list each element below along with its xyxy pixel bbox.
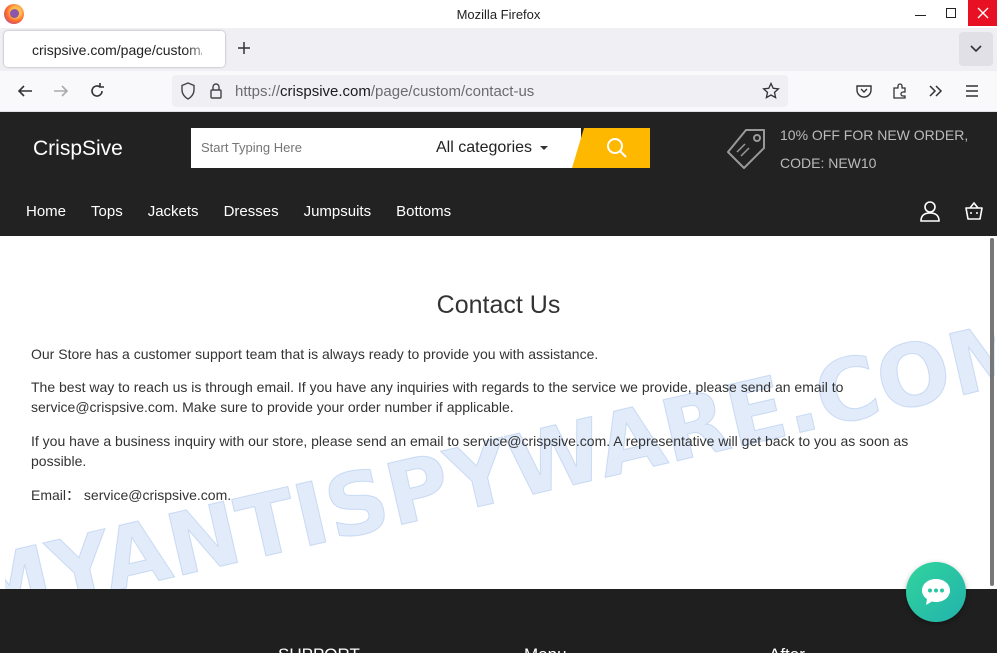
reload-button[interactable]: [87, 81, 107, 101]
maximize-button[interactable]: [937, 0, 965, 26]
shield-icon: [181, 82, 195, 100]
more-tools-button[interactable]: [926, 81, 946, 101]
nav-bottoms[interactable]: Bottoms: [396, 203, 451, 220]
minimize-button[interactable]: [906, 0, 934, 26]
puzzle-icon: [893, 83, 906, 99]
extensions-button[interactable]: [890, 81, 910, 101]
site-logo[interactable]: CrispSive: [33, 137, 123, 161]
nav-jumpsuits[interactable]: Jumpsuits: [304, 203, 372, 220]
page-content: MYANTISPYWARE.COM Contact Us Our Store h…: [0, 236, 997, 589]
site-footer: SUPPORT Menu After: [0, 589, 997, 653]
hamburger-menu-icon: [966, 85, 978, 97]
arrow-right-icon: [54, 85, 69, 97]
search-button[interactable]: [572, 128, 650, 168]
site-header: CrispSive All categories 10% OFF FOR NEW…: [0, 112, 997, 236]
double-chevron-right-icon: [929, 85, 943, 97]
nav-dresses[interactable]: Dresses: [224, 203, 279, 220]
nav-home[interactable]: Home: [26, 203, 66, 220]
promo-text-line1: 10% OFF FOR NEW ORDER,: [780, 127, 969, 143]
plus-icon: [238, 42, 250, 54]
search-input[interactable]: [201, 140, 421, 155]
new-tab-button[interactable]: [236, 40, 252, 60]
window-titlebar: Mozilla Firefox: [0, 0, 997, 28]
close-icon: [977, 7, 988, 19]
forward-button[interactable]: [51, 81, 71, 101]
live-chat-button[interactable]: [906, 562, 966, 622]
bookmark-star-button[interactable]: [761, 81, 781, 101]
star-icon: [762, 82, 780, 99]
page-title: Contact Us: [436, 291, 561, 319]
pocket-icon: [856, 85, 872, 98]
main-navigation: Home Tops Jackets Dresses Jumpsuits Bott…: [26, 203, 476, 220]
chevron-down-icon: [970, 45, 982, 53]
reload-icon: [91, 83, 104, 97]
tab-strip: crispsive.com/page/custom/contact-us: [0, 28, 997, 71]
back-button[interactable]: [15, 81, 35, 101]
paragraph-support: Our Store has a customer support team th…: [31, 346, 599, 362]
tab-title: crispsive.com/page/custom/contact-us: [32, 42, 202, 58]
email-address-link[interactable]: service@crispsive.com.: [84, 487, 231, 503]
url-text[interactable]: https://crispsive.com/page/custom/contac…: [235, 83, 534, 100]
paragraph-email-inquiries: The best way to reach us is through emai…: [31, 379, 844, 415]
category-select[interactable]: All categories: [436, 139, 549, 157]
nav-toolbar: https://crispsive.com/page/custom/contac…: [0, 71, 997, 112]
nav-jackets[interactable]: Jackets: [148, 203, 199, 220]
email-line: Email： service@crispsive.com.: [31, 485, 931, 505]
list-all-tabs-button[interactable]: [959, 32, 993, 66]
tab-active[interactable]: crispsive.com/page/custom/contact-us: [4, 31, 225, 67]
footer-heading-support: SUPPORT: [278, 645, 360, 653]
page-scrollbar[interactable]: [990, 236, 995, 589]
footer-heading-after: After: [769, 645, 805, 653]
app-menu-button[interactable]: [962, 81, 982, 101]
window-title: Mozilla Firefox: [456, 7, 541, 22]
tracking-protection-icon[interactable]: [178, 81, 198, 101]
shopping-basket-icon[interactable]: [964, 201, 984, 221]
email-label: Email：: [31, 487, 81, 503]
url-bar[interactable]: https://crispsive.com/page/custom/contac…: [172, 75, 788, 107]
promo-text-line2: CODE: NEW10: [780, 155, 877, 171]
site-info-button[interactable]: [206, 81, 226, 101]
close-window-button[interactable]: [968, 0, 997, 26]
caret-down-icon: [540, 145, 549, 150]
arrow-left-icon: [17, 85, 32, 97]
price-tag-icon: [727, 129, 765, 169]
search-box: All categories: [191, 128, 581, 168]
pocket-button[interactable]: [854, 81, 874, 101]
search-icon: [607, 138, 627, 158]
lock-icon: [210, 83, 222, 99]
nav-tops[interactable]: Tops: [91, 203, 123, 220]
user-account-icon[interactable]: [919, 200, 941, 222]
paragraph-business-inquiry: If you have a business inquiry with our …: [31, 433, 909, 469]
chat-bubble-icon: [922, 579, 950, 605]
footer-heading-menu: Menu: [524, 645, 567, 653]
